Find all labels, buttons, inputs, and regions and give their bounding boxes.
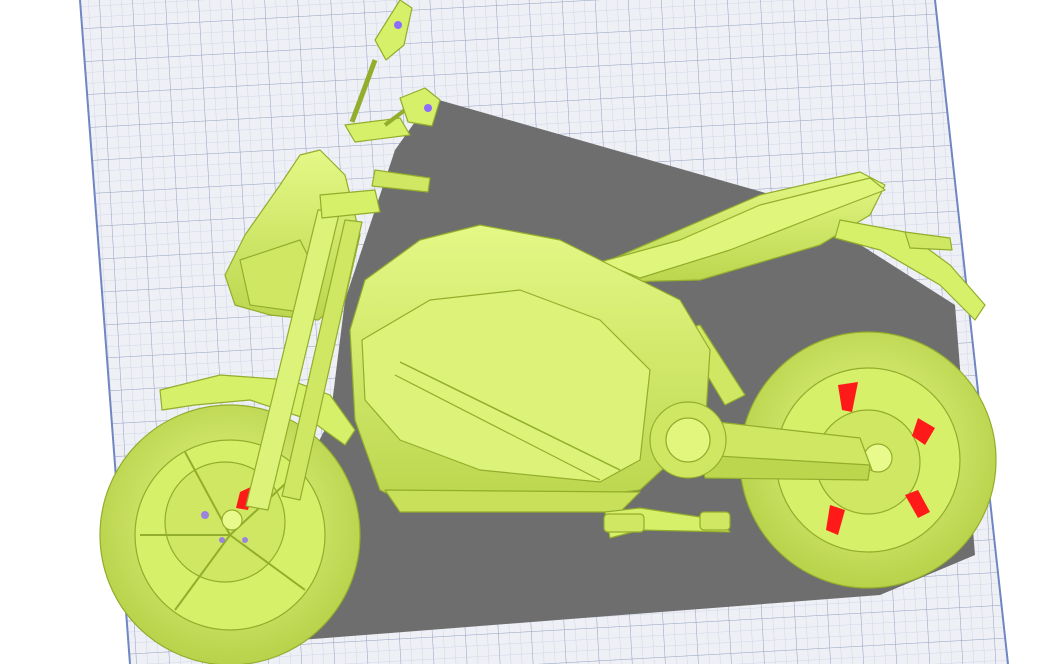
scene-canvas[interactable]: [0, 0, 1053, 664]
footpeg-right: [699, 511, 731, 531]
belly-pan: [384, 489, 641, 513]
front-wheel: [99, 404, 361, 664]
mirror-right-artifact: [424, 104, 432, 112]
motor-hub: [649, 401, 727, 479]
3d-viewport[interactable]: [0, 0, 1053, 664]
footpeg-left: [603, 513, 645, 533]
motor-inner: [665, 417, 711, 463]
mirror-left-artifact: [394, 21, 402, 29]
front-axle: [221, 509, 243, 531]
